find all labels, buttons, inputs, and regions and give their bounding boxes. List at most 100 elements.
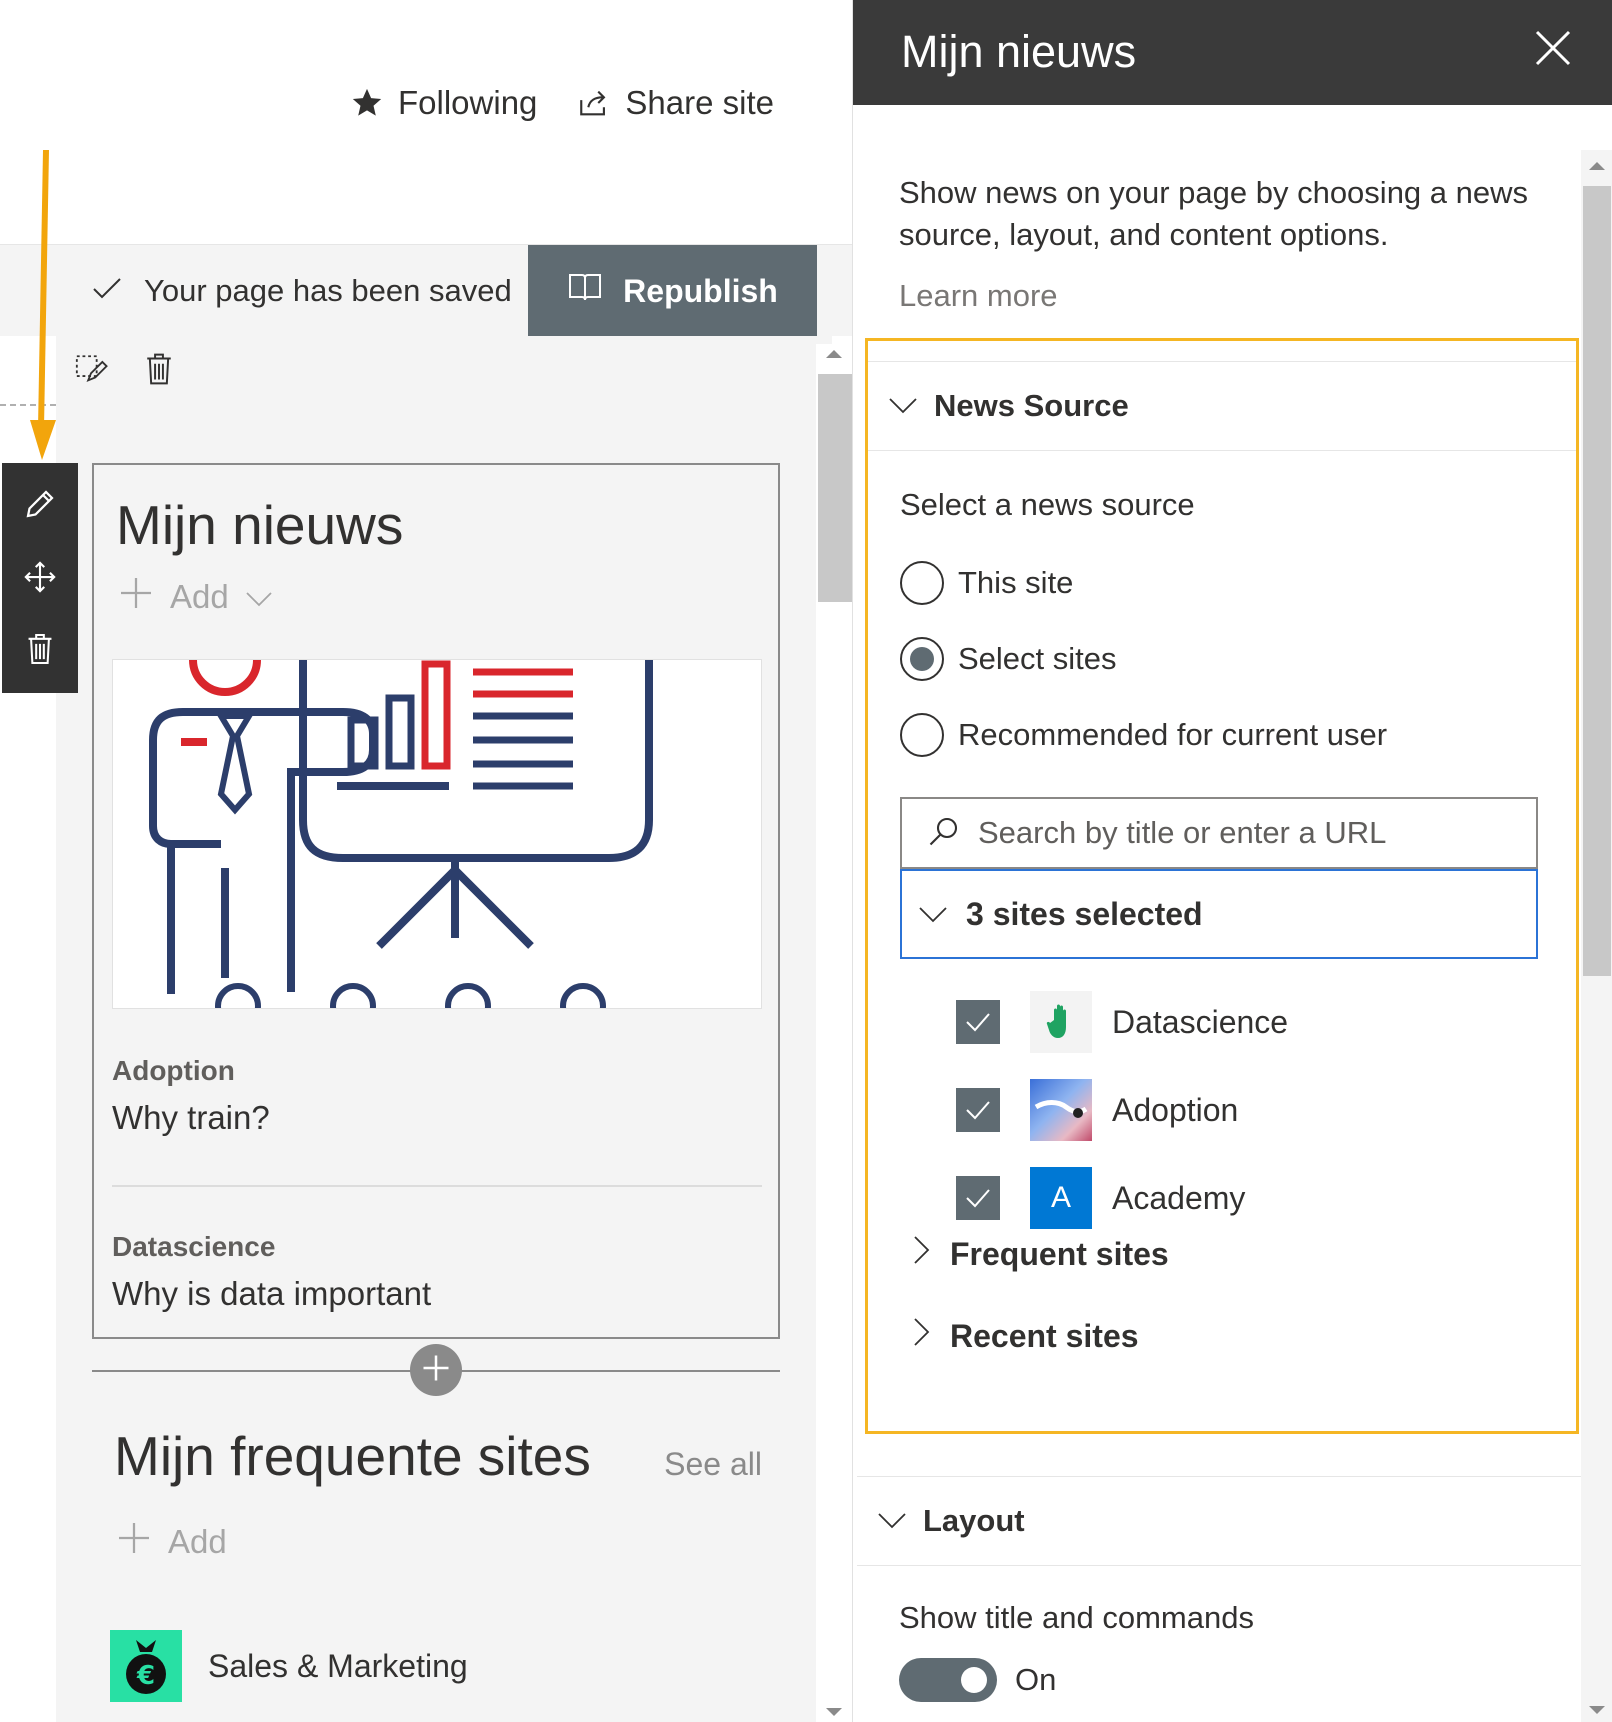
- news-item-site[interactable]: Datascience: [112, 1231, 275, 1263]
- site-name: Academy: [1112, 1179, 1246, 1216]
- news-source-label: Select a news source: [900, 487, 1195, 522]
- news-source-group: News Source Select a news source This si…: [865, 338, 1579, 1434]
- site-checkbox[interactable]: [956, 1176, 1000, 1220]
- frequent-site-name: Sales & Marketing: [208, 1647, 468, 1684]
- webpart-toolbar: [2, 463, 78, 693]
- pencil-icon[interactable]: [22, 486, 58, 527]
- pane-scrollbar[interactable]: [1581, 150, 1612, 1722]
- section-toolbar: [74, 352, 174, 391]
- radio-circle: [900, 713, 944, 757]
- hand-logo-icon: [1030, 991, 1092, 1053]
- add-webpart-button[interactable]: [410, 1344, 462, 1396]
- radio-select-sites[interactable]: Select sites: [900, 637, 1117, 681]
- radio-recommended[interactable]: Recommended for current user: [900, 713, 1387, 757]
- pane-header: Mijn nieuws: [853, 0, 1612, 105]
- search-icon: [926, 813, 962, 854]
- layout-heading: Layout: [923, 1503, 1025, 1538]
- callout-arrow: [28, 148, 60, 471]
- pane-description: Show news on your page by choosing a new…: [899, 175, 1529, 252]
- plus-icon: [421, 1353, 451, 1388]
- share-site-button[interactable]: Share site: [577, 84, 774, 122]
- site-name: Datascience: [1112, 1003, 1289, 1040]
- news-item-divider: [112, 1185, 762, 1187]
- frequent-sites-expander[interactable]: Frequent sites: [912, 1235, 1169, 1273]
- frequent-site-item[interactable]: € Sales & Marketing: [110, 1630, 468, 1702]
- news-webpart[interactable]: Mijn nieuws Add Adoption Why train? Data…: [92, 463, 780, 1339]
- chevron-down-icon: [877, 1503, 907, 1539]
- frequent-sites-title[interactable]: Mijn frequente sites: [114, 1424, 591, 1488]
- news-thumbnail-presentation-icon[interactable]: [112, 659, 762, 1009]
- site-search-box[interactable]: [900, 797, 1538, 869]
- plus-icon: [116, 1520, 152, 1564]
- page-scrollbar[interactable]: [816, 344, 852, 1722]
- chevron-right-icon: [912, 1317, 932, 1355]
- page-scrollbar-thumb[interactable]: [818, 374, 852, 602]
- add-label: Add: [170, 578, 229, 615]
- close-button[interactable]: [1533, 28, 1573, 73]
- pane-scrollbar-thumb[interactable]: [1583, 186, 1611, 976]
- photo-logo-icon: [1030, 1079, 1092, 1141]
- site-checkbox[interactable]: [956, 1000, 1000, 1044]
- chevron-down-icon: [888, 388, 918, 424]
- book-icon: [567, 271, 603, 311]
- radio-this-site[interactable]: This site: [900, 561, 1073, 605]
- see-all-link[interactable]: See all: [664, 1446, 762, 1483]
- frequent-add-button[interactable]: Add: [116, 1520, 227, 1564]
- selected-site-item: Datascience: [956, 991, 1288, 1053]
- add-label: Add: [168, 1523, 227, 1560]
- plus-icon: [118, 575, 154, 619]
- selected-site-item: Adoption: [956, 1079, 1238, 1141]
- site-actions: Following Share site: [350, 84, 774, 122]
- show-title-label: Show title and commands: [899, 1600, 1254, 1635]
- site-name: Adoption: [1112, 1091, 1239, 1128]
- svg-text:€: €: [136, 1661, 155, 1691]
- delete-section-icon[interactable]: [144, 352, 174, 391]
- letter-logo-icon: A: [1030, 1167, 1092, 1229]
- radio-label: This site: [958, 565, 1074, 600]
- news-webpart-title[interactable]: Mijn nieuws: [116, 493, 403, 557]
- chevron-down-icon: [918, 896, 948, 933]
- property-pane: Mijn nieuws Show news on your page by ch…: [852, 0, 1612, 1722]
- layout-header[interactable]: Layout: [857, 1476, 1583, 1566]
- page-editor: Following Share site Your page has been …: [0, 0, 852, 1722]
- money-bag-icon: €: [110, 1630, 182, 1702]
- selected-sites-summary: 3 sites selected: [966, 895, 1203, 932]
- share-icon: [577, 86, 611, 120]
- news-item-title[interactable]: Why is data important: [112, 1275, 431, 1313]
- news-source-heading: News Source: [934, 388, 1129, 423]
- checkmark-icon: [92, 273, 122, 309]
- news-item-title[interactable]: Why train?: [112, 1099, 270, 1137]
- radio-label: Recommended for current user: [958, 717, 1388, 752]
- following-label: Following: [398, 84, 538, 121]
- page-status-bar: Your page has been saved Republish: [0, 244, 852, 337]
- close-icon: [1533, 30, 1573, 72]
- learn-more-link[interactable]: Learn more: [899, 278, 1058, 314]
- saved-status: Your page has been saved: [92, 245, 512, 337]
- frequent-sites-label: Frequent sites: [950, 1235, 1169, 1272]
- republish-button[interactable]: Republish: [528, 245, 817, 337]
- selected-site-item: A Academy: [956, 1167, 1245, 1229]
- share-site-label: Share site: [625, 84, 774, 121]
- republish-label: Republish: [623, 272, 778, 309]
- news-add-button[interactable]: Add: [118, 575, 273, 619]
- following-button[interactable]: Following: [350, 84, 537, 122]
- radio-label: Select sites: [958, 641, 1117, 676]
- radio-circle-selected: [900, 637, 944, 681]
- star-icon: [350, 86, 384, 120]
- move-icon[interactable]: [23, 560, 57, 599]
- site-checkbox[interactable]: [956, 1088, 1000, 1132]
- show-title-toggle[interactable]: [899, 1658, 997, 1702]
- recent-sites-expander[interactable]: Recent sites: [912, 1317, 1139, 1355]
- trash-icon[interactable]: [26, 632, 54, 671]
- search-input[interactable]: [978, 815, 1518, 851]
- chevron-right-icon: [912, 1235, 932, 1273]
- toggle-state-label: On: [1015, 1662, 1057, 1697]
- news-item-site[interactable]: Adoption: [112, 1055, 235, 1087]
- edit-section-icon[interactable]: [74, 352, 108, 391]
- frequent-sites-webpart[interactable]: Mijn frequente sites See all Add € Sales…: [92, 1400, 780, 1722]
- radio-circle: [900, 561, 944, 605]
- show-title-toggle-row: On: [899, 1658, 1056, 1702]
- selected-sites-dropdown[interactable]: 3 sites selected: [900, 869, 1538, 959]
- news-source-header[interactable]: News Source: [868, 361, 1576, 451]
- pane-title: Mijn nieuws: [901, 26, 1137, 77]
